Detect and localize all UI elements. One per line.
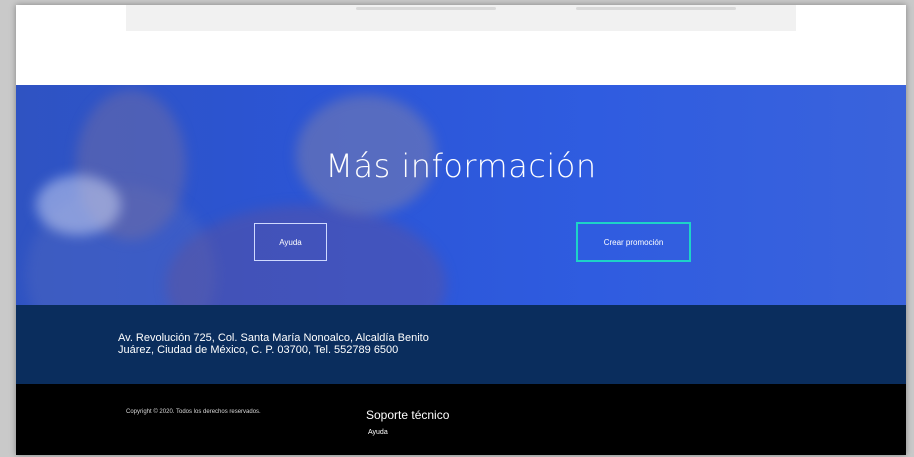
more-info-banner: Más información Ayuda Crear promoción bbox=[16, 85, 906, 305]
support-heading: Soporte técnico bbox=[366, 408, 450, 422]
top-content-panel bbox=[126, 5, 796, 31]
browser-page: Más información Ayuda Crear promoción Av… bbox=[16, 5, 906, 455]
address-line: Av. Revolución 725, Col. Santa María Non… bbox=[118, 332, 429, 344]
address-text: Av. Revolución 725, Col. Santa María Non… bbox=[118, 332, 458, 356]
footer: Copyright © 2020. Todos los derechos res… bbox=[16, 384, 906, 455]
create-promotion-button[interactable]: Crear promoción bbox=[576, 222, 691, 262]
top-link-faded[interactable] bbox=[356, 7, 496, 10]
top-link-faded[interactable] bbox=[576, 7, 736, 10]
page-title: Más información bbox=[325, 147, 597, 185]
footer-help-link[interactable]: Ayuda bbox=[368, 429, 388, 436]
address-section: Av. Revolución 725, Col. Santa María Non… bbox=[16, 305, 906, 384]
help-button[interactable]: Ayuda bbox=[254, 223, 327, 261]
address-line: Juárez, Ciudad de México, C. P. 03700, T… bbox=[118, 344, 399, 356]
copyright-text: Copyright © 2020. Todos los derechos res… bbox=[126, 409, 261, 415]
